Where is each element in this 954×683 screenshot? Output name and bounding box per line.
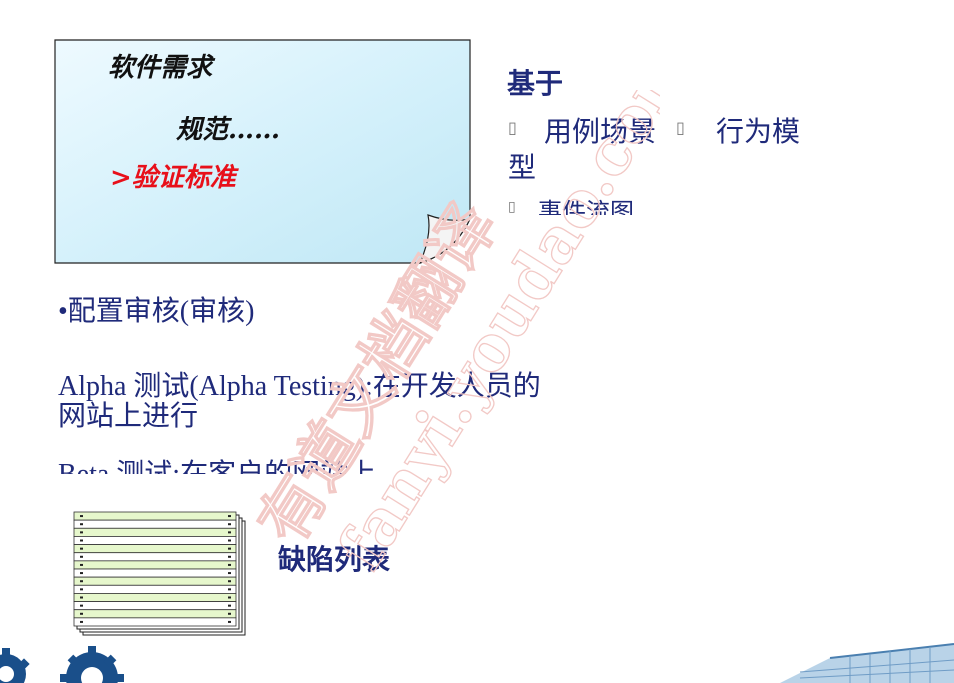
defect-list-row-marker	[80, 596, 83, 599]
beta-test: Beta 测试:在客户的网站上	[58, 459, 376, 474]
defect-list-row-marker	[80, 580, 83, 583]
defect-list-row	[73, 544, 237, 554]
event-flow-clip: 事件流图	[538, 190, 738, 215]
defect-list-row	[73, 560, 237, 570]
defect-list-row	[73, 568, 237, 578]
defect-list-row	[73, 617, 237, 627]
beta-test-clip: Beta 测试:在客户的网站上	[58, 456, 458, 474]
based-on-heading: 基于	[507, 67, 564, 100]
defect-list-row-marker	[80, 588, 83, 591]
defect-list-row	[73, 552, 237, 562]
config-audit: •配置审核(审核)	[58, 296, 255, 327]
event-flow-diagram: 事件流图	[538, 198, 634, 215]
defect-list-row-marker	[228, 588, 231, 591]
defect-list-row-marker	[80, 563, 83, 566]
defect-list-icon	[73, 511, 246, 636]
defect-list-row-marker	[228, 596, 231, 599]
defect-list-label: 缺陷列表	[278, 543, 391, 576]
defect-list-row	[73, 527, 237, 537]
sticky-note: 软件需求 规范…… >验证标准	[54, 39, 472, 264]
defect-list-row-marker	[228, 539, 231, 542]
defect-list-row-marker	[80, 539, 83, 542]
defect-list-row-marker	[228, 515, 231, 518]
defect-list-row-marker	[80, 572, 83, 575]
defect-list-row-marker	[80, 612, 83, 615]
defect-list-row-marker	[80, 515, 83, 518]
defect-list-row-marker	[228, 531, 231, 534]
defect-list-row	[73, 601, 237, 611]
defect-list-row	[73, 536, 237, 545]
bullet-glyph: ▯	[508, 199, 516, 215]
bullet-glyph: ▯	[676, 118, 685, 137]
defect-list-row	[73, 584, 237, 594]
building-icon	[780, 643, 954, 683]
defect-list-row	[73, 511, 237, 521]
defect-list-row-marker	[80, 604, 83, 607]
defect-list-row-marker	[228, 604, 231, 607]
defect-list-row-marker	[228, 563, 231, 566]
defect-list-row-marker	[228, 572, 231, 575]
defect-list-row	[73, 576, 237, 586]
defect-list-row-marker	[228, 612, 231, 615]
note-criteria: >验证标准	[110, 163, 236, 193]
use-case-scenario: 用例场景	[544, 115, 657, 148]
alpha-test-line2: 网站上进行	[58, 401, 199, 432]
bullet-glyph: ▯	[508, 118, 517, 137]
defect-list-row	[73, 519, 237, 529]
defect-list-row-marker	[80, 555, 83, 558]
defect-list-row-marker	[80, 531, 83, 534]
defect-list-row-marker	[80, 523, 83, 526]
behavior-model: 行为模	[716, 115, 801, 148]
gear-icon	[0, 646, 124, 683]
defect-list-row-marker	[80, 620, 83, 623]
note-subtitle: 规范……	[176, 115, 281, 145]
defect-list-row-marker	[228, 580, 231, 583]
defect-list-row-marker	[228, 555, 231, 558]
behavior-model-cont: 型	[508, 151, 537, 184]
defect-list-row	[73, 593, 237, 602]
defect-list-row-marker	[228, 620, 231, 623]
alpha-test-line1: Alpha 测试(Alpha Testing):在开发人员的	[58, 371, 541, 402]
defect-list-row-marker	[228, 547, 231, 550]
defect-list-row-marker	[80, 547, 83, 550]
note-title: 软件需求	[108, 53, 213, 83]
defect-list-row	[73, 609, 237, 619]
defect-list-row-marker	[228, 523, 231, 526]
